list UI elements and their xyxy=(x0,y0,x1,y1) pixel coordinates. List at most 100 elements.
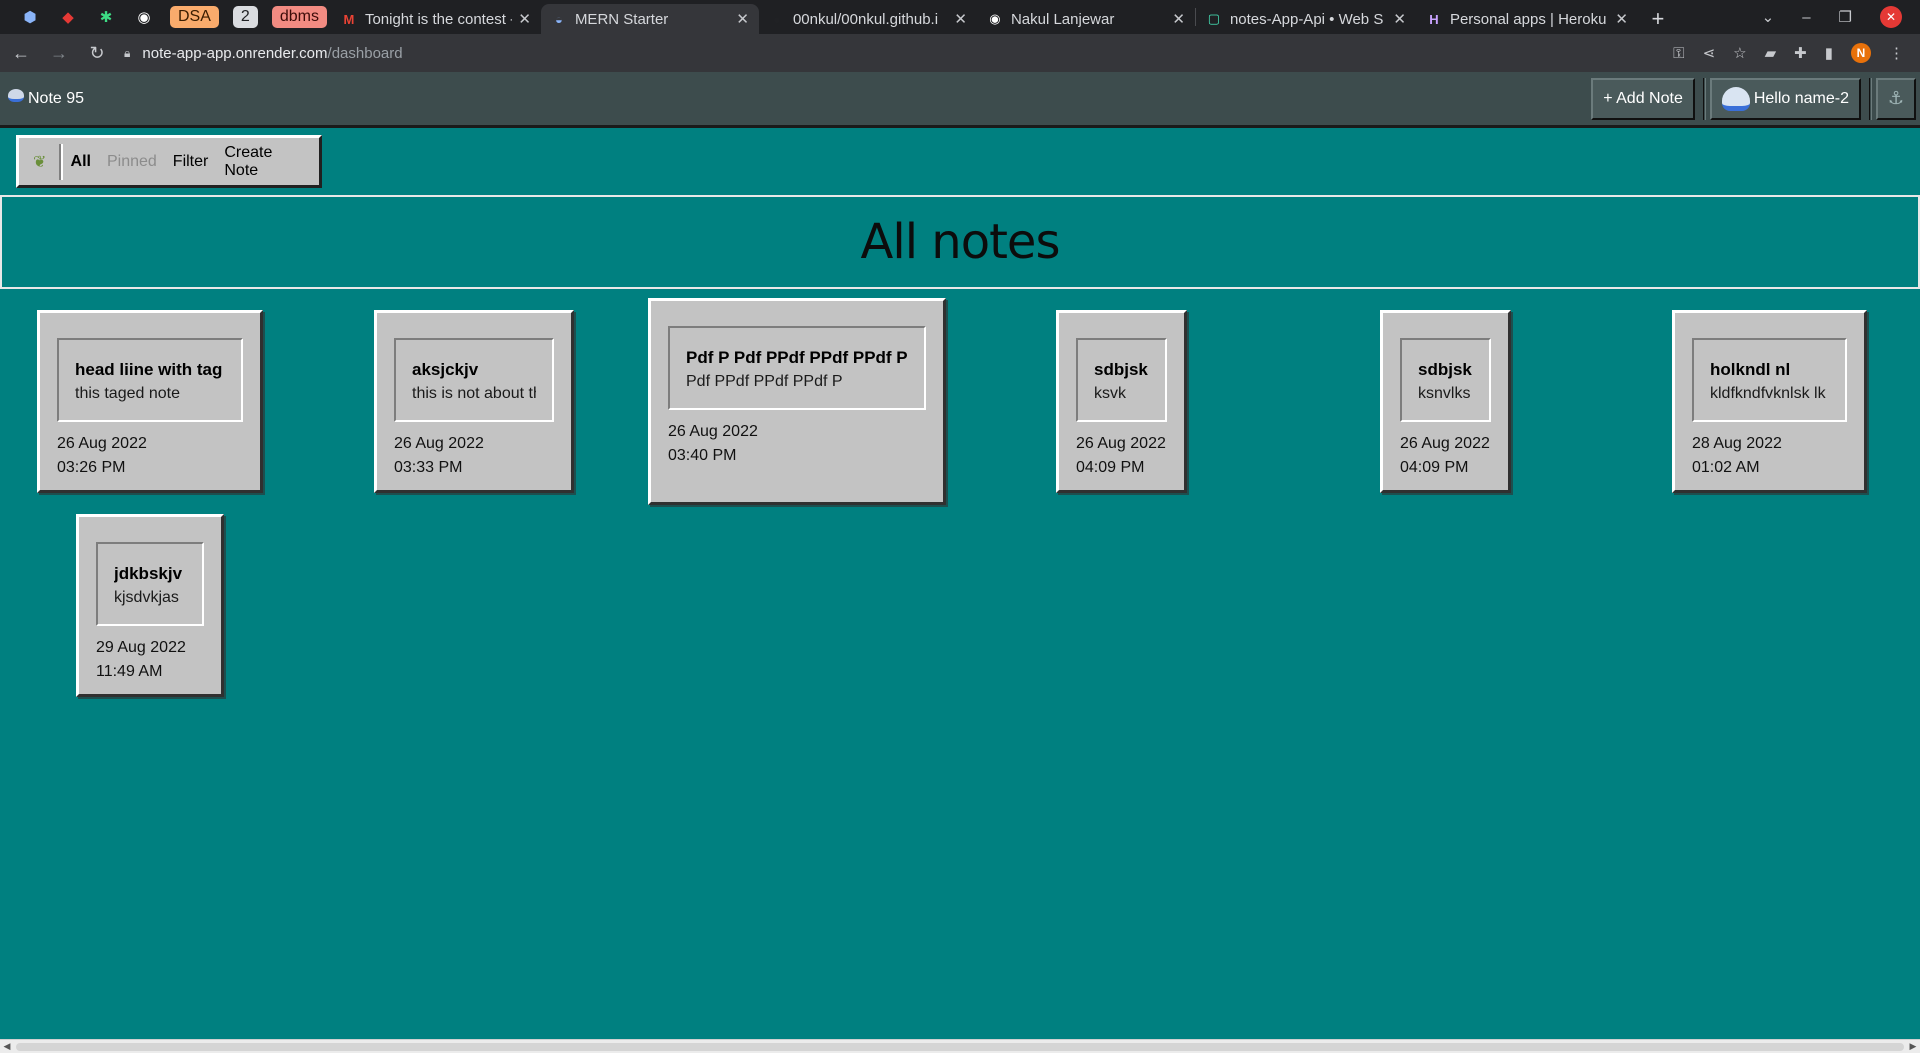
header-divider xyxy=(1702,77,1706,120)
anchor-button[interactable]: ⚓︎ xyxy=(1876,77,1916,120)
profile-avatar[interactable]: N xyxy=(1851,43,1871,63)
pinned-tab-dsa[interactable]: DSA xyxy=(170,6,219,28)
note-title: Pdf P Pdf PPdf PPdf PPdf P xyxy=(686,348,908,367)
note-content: sdbjsk ksvk xyxy=(1076,338,1167,422)
note-card[interactable]: sdbjsk ksvk 26 Aug 2022 04:09 PM xyxy=(1056,310,1187,493)
close-icon[interactable]: ✕ xyxy=(736,10,749,28)
note-time: 04:09 PM xyxy=(1076,459,1145,476)
note-card[interactable]: head liine with tag this taged note 26 A… xyxy=(37,310,263,493)
forward-button[interactable]: → xyxy=(42,38,76,68)
share-icon[interactable]: ⋖ xyxy=(1703,44,1716,62)
tab-gmail[interactable]: M Tonight is the contest - ✕ xyxy=(331,4,541,34)
scroll-left-icon[interactable]: ◀ xyxy=(0,1040,14,1053)
puzzle-icon[interactable]: ✚ xyxy=(1794,44,1807,62)
new-tab-button[interactable]: + xyxy=(1638,4,1678,34)
note-meta: 26 Aug 2022 04:09 PM xyxy=(1076,422,1167,480)
tab-mern-starter[interactable]: ◒ MERN Starter ✕ xyxy=(540,4,759,34)
app-logo-icon: ◒ xyxy=(555,11,563,27)
scrollbar-thumb[interactable] xyxy=(16,1042,1904,1051)
tab-title: MERN Starter xyxy=(574,10,669,28)
tab-title: Nakul Lanjewar xyxy=(1010,10,1115,28)
tab-github[interactable]: ● 00nkul/00nkul.github.i ✕ xyxy=(759,4,977,34)
kebab-menu-icon[interactable]: ⋮ xyxy=(1889,44,1904,62)
create-note-link[interactable]: Create Note xyxy=(224,144,303,180)
note-title: aksjckjv xyxy=(412,360,479,379)
tab-render[interactable]: ▢ notes-App-Api • Web S ✕ xyxy=(1196,4,1416,34)
globe-icon: ◉ xyxy=(989,11,1001,26)
filter-menu[interactable]: Filter xyxy=(173,153,209,171)
url-host: note-app-app.onrender.com xyxy=(142,44,328,62)
restore-icon[interactable]: ❐ xyxy=(1839,8,1852,26)
pinned-tabs: ⬢ ◆ ✱ ◉ DSA 2 dbms xyxy=(0,0,331,34)
close-window-icon[interactable]: ✕ xyxy=(1880,6,1902,28)
user-menu-button[interactable]: Hello name-2 xyxy=(1709,77,1861,120)
note-title: head liine with tag xyxy=(75,360,223,379)
tab-search-icon[interactable]: ⌄ xyxy=(1762,8,1775,26)
note-date: 29 Aug 2022 xyxy=(96,639,186,656)
note-time: 01:02 AM xyxy=(1692,459,1760,476)
note-title: sdbjsk xyxy=(1094,360,1148,379)
extension-hat-icon[interactable]: ▰ xyxy=(1765,44,1777,62)
note-card[interactable]: sdbjsk ksnvlks 26 Aug 2022 04:09 PM xyxy=(1380,310,1511,493)
github-icon: ● xyxy=(773,11,781,27)
tab-heroku[interactable]: H Personal apps | Heroku ✕ xyxy=(1416,4,1638,34)
sidepanel-icon[interactable]: ▮ xyxy=(1825,44,1833,62)
pinned-tab-dbms[interactable]: dbms xyxy=(271,6,327,28)
back-button[interactable]: ← xyxy=(4,38,38,68)
reload-button[interactable]: ↻ xyxy=(80,38,114,68)
pinned-tab-4[interactable]: ◉ xyxy=(128,4,160,30)
filter-all[interactable]: All xyxy=(71,153,91,171)
lock-icon: 🔒︎ xyxy=(124,45,131,60)
note-content: head liine with tag this taged note xyxy=(57,338,243,422)
note-meta: 29 Aug 2022 11:49 AM xyxy=(96,626,204,684)
pinned-tab-3[interactable]: ✱ xyxy=(90,4,122,30)
note-content: sdbjsk ksnvlks xyxy=(1400,338,1491,422)
green-star-icon: ✱ xyxy=(99,9,113,26)
note-content: holkndl nl kldfkndfvknlsk lk xyxy=(1692,338,1847,422)
address-bar[interactable]: 🔒︎ note-app-app.onrender.com /dashboard xyxy=(124,38,1673,68)
close-icon[interactable]: ✕ xyxy=(954,10,967,28)
star-icon[interactable]: ☆ xyxy=(1733,44,1746,62)
note-card[interactable]: aksjckjv this is not about th 26 Aug 202… xyxy=(374,310,574,493)
user-avatar-icon xyxy=(1721,86,1750,111)
tab-title: Tonight is the contest - xyxy=(364,10,513,28)
filter-toolbar: ❦ All Pinned Filter Create Note xyxy=(16,135,322,188)
title-banner: All notes xyxy=(0,195,1920,289)
note-date: 26 Aug 2022 xyxy=(1400,435,1490,452)
brand[interactable]: Note 95 xyxy=(8,89,84,108)
minimize-icon[interactable]: – xyxy=(1802,9,1810,26)
note-title: jdkbskjv xyxy=(114,564,183,583)
note-card[interactable]: holkndl nl kldfkndfvknlsk lk 28 Aug 2022… xyxy=(1672,310,1867,493)
note-body: ksnvlks xyxy=(1418,385,1471,402)
note-body: kjsdvkjas xyxy=(114,589,179,606)
close-icon[interactable]: ✕ xyxy=(1172,10,1185,28)
note-card[interactable]: Pdf P Pdf PPdf PPdf PPdf P Pdf PPdf PPdf… xyxy=(648,298,946,505)
leaf-icon[interactable]: ❦ xyxy=(27,148,53,176)
note-content: Pdf P Pdf PPdf PPdf PPdf P Pdf PPdf PPdf… xyxy=(668,326,926,410)
arrow-left-icon: ← xyxy=(12,42,30,63)
add-note-button[interactable]: + Add Note xyxy=(1591,77,1695,120)
scroll-right-icon[interactable]: ▶ xyxy=(1906,1040,1920,1053)
pinned-tab-1[interactable]: ⬢ xyxy=(14,4,46,30)
horizontal-scrollbar[interactable]: ◀ ▶ xyxy=(0,1039,1920,1053)
key-icon[interactable]: ⚿ xyxy=(1673,45,1684,62)
user-greeting: Hello name-2 xyxy=(1753,89,1849,107)
note-date: 26 Aug 2022 xyxy=(668,423,758,440)
note-meta: 26 Aug 2022 04:09 PM xyxy=(1400,422,1491,480)
note-content: aksjckjv this is not about th xyxy=(394,338,554,422)
note-date: 28 Aug 2022 xyxy=(1692,435,1782,452)
note-body: this is not about th xyxy=(412,385,536,402)
note-card[interactable]: jdkbskjv kjsdvkjas 29 Aug 2022 11:49 AM xyxy=(76,514,224,697)
tab-title: Personal apps | Heroku xyxy=(1449,10,1607,28)
tab-title: notes-App-Api • Web S xyxy=(1229,10,1384,28)
close-icon[interactable]: ✕ xyxy=(1393,10,1406,28)
tab-nakul[interactable]: ◉ Nakul Lanjewar ✕ xyxy=(977,4,1195,34)
close-icon[interactable]: ✕ xyxy=(518,10,531,28)
note-body: this taged note xyxy=(75,385,180,402)
note95-logo-icon xyxy=(8,89,24,102)
pinned-tab-2[interactable]: ◆ xyxy=(52,4,84,30)
pinned-tab-2-group[interactable]: 2 xyxy=(232,6,258,28)
filter-pinned[interactable]: Pinned xyxy=(107,153,157,171)
app-header: Note 95 + Add Note Hello name-2 ⚓︎ xyxy=(0,72,1920,128)
close-icon[interactable]: ✕ xyxy=(1615,10,1628,28)
